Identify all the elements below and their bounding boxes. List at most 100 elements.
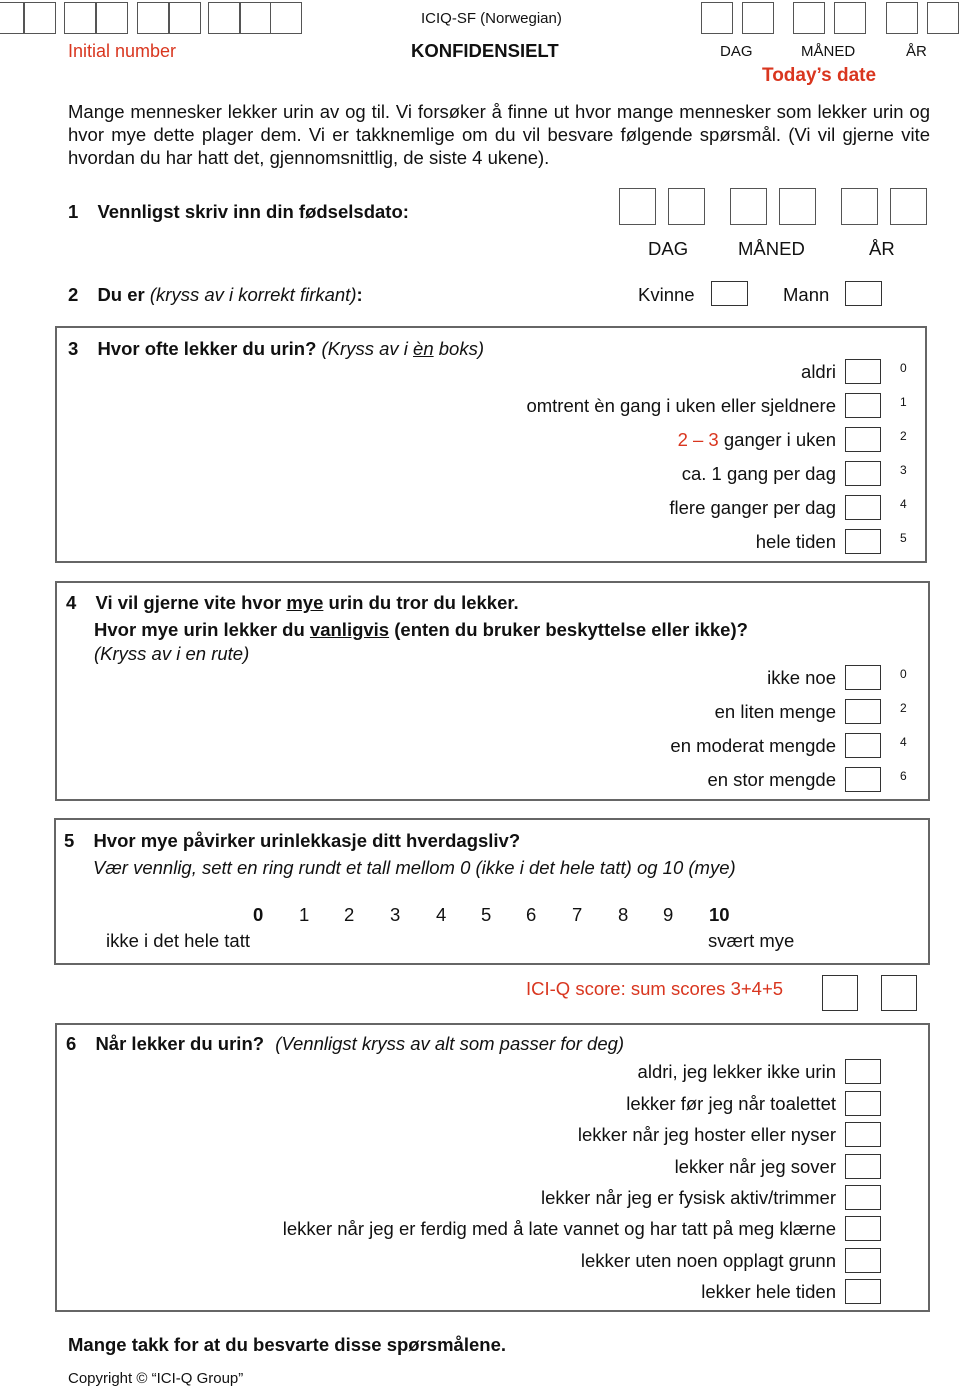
initial-number-box[interactable]	[169, 2, 201, 34]
scale-value-4[interactable]: 4	[436, 904, 446, 926]
q3-option-label-red: 2 – 3	[677, 429, 719, 450]
q3-option-label: hele tiden	[755, 531, 836, 552]
initial-number-box[interactable]	[24, 2, 56, 34]
today-year-box[interactable]	[886, 2, 918, 34]
today-day-box[interactable]	[742, 2, 774, 34]
initial-number-box[interactable]	[270, 2, 302, 34]
q6-option-label: lekker når jeg er ferdig med å late vann…	[282, 1218, 836, 1239]
q6-option-checkbox[interactable]	[845, 1091, 881, 1116]
initial-number-box[interactable]	[240, 2, 272, 34]
q3-option-checkbox[interactable]	[845, 461, 881, 486]
q6-option-checkbox[interactable]	[845, 1216, 881, 1241]
confidential-label: KONFIDENSIELT	[411, 40, 559, 61]
form-title: ICIQ-SF (Norwegian)	[421, 10, 562, 27]
birth-month-box[interactable]	[730, 188, 767, 225]
q6-option-checkbox[interactable]	[845, 1248, 881, 1273]
initial-number-box[interactable]	[64, 2, 96, 34]
thanks-text: Mange takk for at du besvarte disse spør…	[68, 1334, 506, 1355]
q2-instruction: (kryss av i korrekt firkant)	[149, 284, 357, 305]
q4-line1-pre: Vi vil gjerne vite hvor	[95, 592, 287, 613]
gender-male-checkbox[interactable]	[845, 281, 882, 306]
initial-number-box[interactable]	[208, 2, 240, 34]
q2-bold: Du er	[97, 284, 145, 305]
today-year-box[interactable]	[927, 2, 959, 34]
q6-option-label: lekker når jeg hoster eller nyser	[577, 1124, 836, 1145]
initial-number-box[interactable]	[96, 2, 128, 34]
scale-value-10[interactable]: 10	[709, 904, 730, 926]
q3-instruction-pre: (Kryss av i	[321, 338, 414, 359]
q2-question: 2 Du er (kryss av i korrekt firkant):	[68, 284, 363, 306]
q3-instruction-post: boks)	[433, 338, 484, 359]
q6-bold: Når lekker du urin?	[95, 1033, 265, 1054]
q4-option-checkbox[interactable]	[845, 767, 881, 792]
q4-option-score: 2	[900, 701, 907, 715]
scale-value-1[interactable]: 1	[299, 904, 309, 926]
q6-option-checkbox[interactable]	[845, 1185, 881, 1210]
birth-year-label: ÅR	[869, 238, 895, 259]
scale-value-6[interactable]: 6	[526, 904, 536, 926]
q2-number: 2	[68, 284, 79, 305]
q6-option-label: aldri, jeg lekker ikke urin	[637, 1061, 836, 1082]
q6-option-checkbox[interactable]	[845, 1154, 881, 1179]
q4-instruction: (Kryss av i en rute)	[94, 643, 250, 664]
q3-option-checkbox[interactable]	[845, 359, 881, 384]
today-day-box[interactable]	[701, 2, 733, 34]
q4-option-checkbox[interactable]	[845, 699, 881, 724]
q4-option-label: en moderat mengde	[670, 735, 836, 756]
scale-value-8[interactable]: 8	[618, 904, 628, 926]
q3-bold: Hvor ofte lekker du urin?	[97, 338, 317, 359]
q3-option-label: 2 – 3 ganger i uken	[678, 429, 836, 451]
today-month-box[interactable]	[793, 2, 825, 34]
q6-option-label: lekker før jeg når toalettet	[626, 1093, 836, 1114]
scale-low-label: ikke i det hele tatt	[106, 930, 250, 951]
q5-bold: Hvor mye påvirker urinlekkasje ditt hver…	[93, 830, 521, 851]
q3-option-score: 5	[900, 531, 907, 545]
score-digit-box[interactable]	[822, 975, 858, 1011]
q3-option-checkbox[interactable]	[845, 495, 881, 520]
gender-female-label: Kvinne	[638, 284, 695, 305]
q4-option-checkbox[interactable]	[845, 665, 881, 690]
q3-option-checkbox[interactable]	[845, 529, 881, 554]
gender-female-checkbox[interactable]	[711, 281, 748, 306]
q1-text: Vennligst skriv inn din fødselsdato:	[97, 201, 409, 222]
birth-year-box[interactable]	[841, 188, 878, 225]
birth-day-box[interactable]	[668, 188, 705, 225]
q2-colon: :	[356, 284, 363, 305]
q4-question-line1: 4 Vi vil gjerne vite hvor mye urin du tr…	[66, 592, 519, 614]
copyright-text: Copyright © “ICI-Q Group”	[68, 1370, 244, 1387]
q6-option-label: lekker hele tiden	[701, 1281, 836, 1302]
q3-option-checkbox[interactable]	[845, 393, 881, 418]
q4-option-label: en stor mengde	[707, 769, 836, 790]
q5-question: 5 Hvor mye påvirker urinlekkasje ditt hv…	[64, 830, 520, 852]
birth-year-box[interactable]	[890, 188, 927, 225]
q5-instruction: Vær vennlig, sett en ring rundt et tall …	[93, 857, 736, 878]
q4-option-label: ikke noe	[767, 667, 836, 688]
q3-question: 3 Hvor ofte lekker du urin? (Kryss av i …	[68, 338, 484, 360]
q3-option-label: flere ganger per dag	[669, 497, 836, 518]
q6-option-checkbox[interactable]	[845, 1279, 881, 1304]
score-digit-box[interactable]	[881, 975, 917, 1011]
q3-option-score: 3	[900, 463, 907, 477]
scale-value-3[interactable]: 3	[390, 904, 400, 926]
birth-month-box[interactable]	[779, 188, 816, 225]
initial-number-box[interactable]	[137, 2, 169, 34]
q3-option-label: omtrent èn gang i uken eller sjeldnere	[526, 395, 836, 416]
scale-value-0[interactable]: 0	[253, 904, 263, 926]
birth-day-box[interactable]	[619, 188, 656, 225]
today-month-label: MÅNED	[801, 43, 856, 60]
scale-value-9[interactable]: 9	[663, 904, 673, 926]
q4-option-checkbox[interactable]	[845, 733, 881, 758]
q3-option-label: aldri	[801, 361, 836, 382]
today-month-box[interactable]	[834, 2, 866, 34]
intro-text: Mange mennesker lekker urin av og til. V…	[68, 101, 930, 168]
initial-number-box[interactable]	[0, 2, 24, 34]
q4-line1-emphasis: mye	[286, 592, 324, 613]
q3-option-checkbox[interactable]	[845, 427, 881, 452]
scale-value-5[interactable]: 5	[481, 904, 491, 926]
q3-option-score: 0	[900, 361, 907, 375]
scale-value-7[interactable]: 7	[572, 904, 582, 926]
q6-number: 6	[66, 1033, 77, 1054]
scale-value-2[interactable]: 2	[344, 904, 354, 926]
q6-option-checkbox[interactable]	[845, 1059, 881, 1084]
q6-option-checkbox[interactable]	[845, 1122, 881, 1147]
